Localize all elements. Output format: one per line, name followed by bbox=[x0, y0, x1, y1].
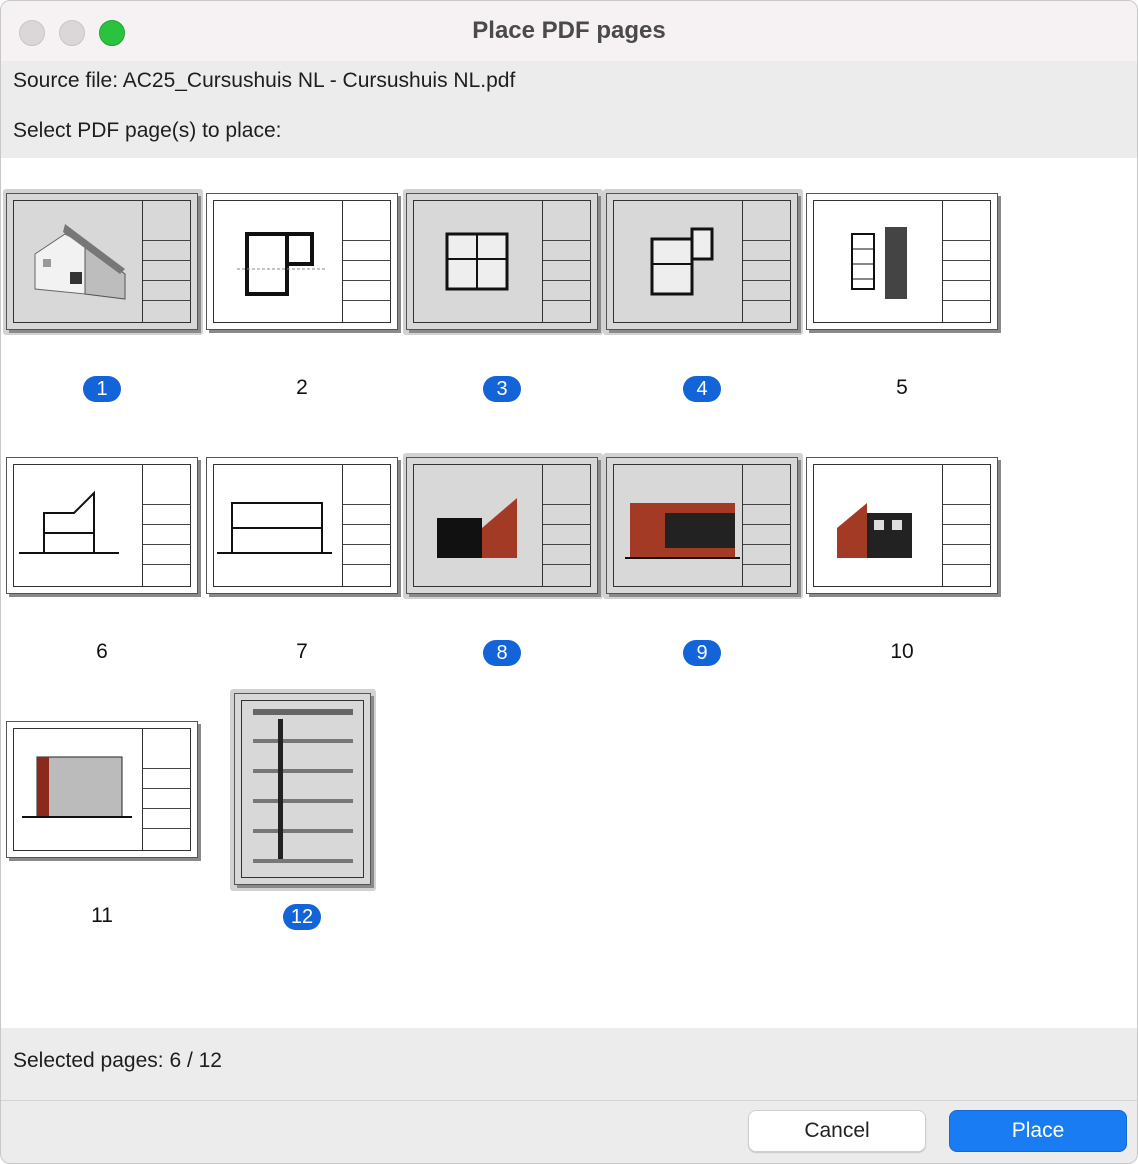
elevation-drawing-2 bbox=[625, 503, 740, 559]
page-number-badge-3[interactable]: 3 bbox=[403, 376, 601, 402]
title-block bbox=[342, 200, 391, 323]
schedule-table-drawing bbox=[253, 709, 353, 863]
title-block bbox=[942, 464, 991, 587]
section-drawing-2 bbox=[217, 502, 332, 554]
page-thumbnail-2[interactable] bbox=[206, 193, 398, 330]
page-number-badge-9[interactable]: 9 bbox=[603, 640, 801, 666]
page-number-label-2[interactable]: 2 bbox=[203, 376, 401, 400]
title-block bbox=[542, 464, 591, 587]
ground-floor-plan-drawing bbox=[445, 232, 509, 291]
page-number-badge-8[interactable]: 8 bbox=[403, 640, 601, 666]
page-thumbnail-9[interactable] bbox=[606, 457, 798, 594]
title-block bbox=[142, 728, 191, 851]
page-number-badge-1[interactable]: 1 bbox=[3, 376, 201, 402]
page-thumbnail-grid: 1 2 3 4 5 6 7 8 9 10 11 12 bbox=[1, 158, 1137, 1028]
page-number-label-7[interactable]: 7 bbox=[203, 640, 401, 664]
title-block bbox=[942, 200, 991, 323]
title-block bbox=[342, 464, 391, 587]
cancel-button[interactable]: Cancel bbox=[748, 1110, 926, 1152]
title-block bbox=[542, 200, 591, 323]
page-thumbnail-1[interactable] bbox=[6, 193, 198, 330]
page-number-label-11[interactable]: 11 bbox=[3, 904, 201, 928]
section-drawing bbox=[19, 490, 119, 554]
page-number-label-10[interactable]: 10 bbox=[803, 640, 1001, 664]
page-number-badge-4[interactable]: 4 bbox=[603, 376, 801, 402]
page-thumbnail-11[interactable] bbox=[6, 721, 198, 858]
house-3d-drawing bbox=[34, 224, 126, 300]
page-number-badge-12[interactable]: 12 bbox=[203, 904, 401, 930]
first-floor-plan-drawing bbox=[650, 227, 714, 296]
page-thumbnail-12[interactable] bbox=[234, 693, 371, 885]
place-button[interactable]: Place bbox=[949, 1110, 1127, 1152]
page-thumbnail-10[interactable] bbox=[806, 457, 998, 594]
foundation-plan-drawing bbox=[237, 232, 327, 296]
place-pdf-dialog: Place PDF pages Source file: AC25_Cursus… bbox=[0, 0, 1138, 1164]
elevation-drawing bbox=[437, 498, 517, 558]
dialog-title: Place PDF pages bbox=[472, 17, 666, 44]
selected-pages-count: Selected pages: 6 / 12 bbox=[13, 1049, 222, 1072]
title-block bbox=[142, 464, 191, 587]
page-thumbnail-7[interactable] bbox=[206, 457, 398, 594]
elevation-drawing-3 bbox=[837, 503, 912, 558]
source-file-label: Source file: AC25_Cursushuis NL - Cursus… bbox=[13, 69, 516, 92]
roof-plan-drawing bbox=[851, 227, 907, 299]
page-number-label-5[interactable]: 5 bbox=[803, 376, 1001, 400]
title-bar: Place PDF pages bbox=[1, 1, 1137, 61]
page-number-label-6[interactable]: 6 bbox=[3, 640, 201, 664]
page-thumbnail-5[interactable] bbox=[806, 193, 998, 330]
page-thumbnail-6[interactable] bbox=[6, 457, 198, 594]
title-block bbox=[742, 464, 791, 587]
elevation-drawing-4 bbox=[22, 756, 132, 818]
title-block bbox=[142, 200, 191, 323]
page-thumbnail-3[interactable] bbox=[406, 193, 598, 330]
page-thumbnail-8[interactable] bbox=[406, 457, 598, 594]
select-pages-instruction: Select PDF page(s) to place: bbox=[13, 119, 282, 142]
dialog-footer: Selected pages: 6 / 12 bbox=[1, 1028, 1137, 1101]
page-thumbnail-4[interactable] bbox=[606, 193, 798, 330]
title-block bbox=[742, 200, 791, 323]
